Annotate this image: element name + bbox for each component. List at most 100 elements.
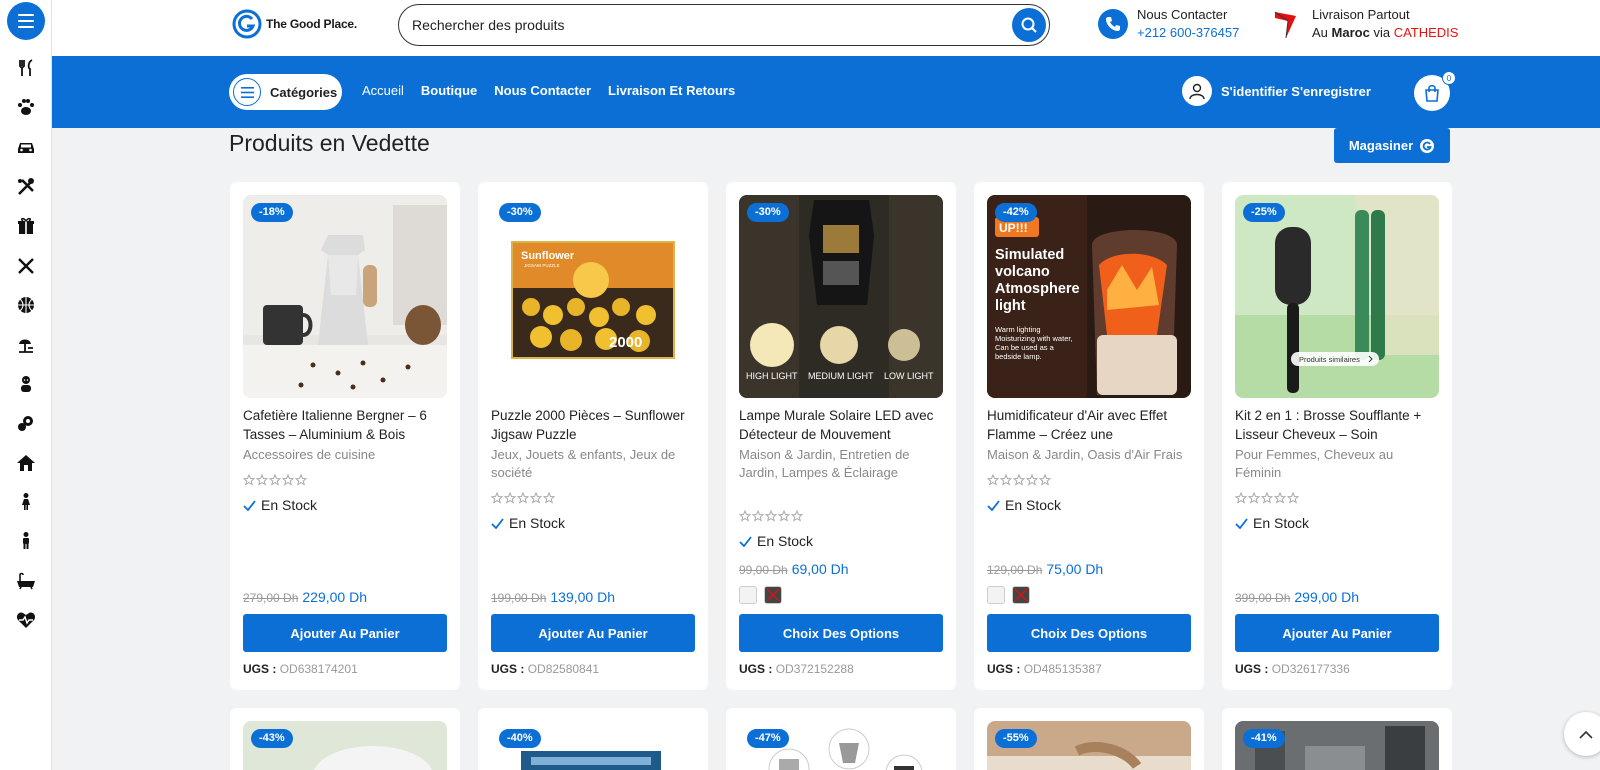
cross-icon bbox=[766, 588, 780, 602]
nav-link-boutique[interactable]: Boutique bbox=[421, 83, 477, 98]
star-icon bbox=[504, 492, 516, 504]
product-name[interactable]: Lampe Murale Solaire LED avec Détecteur … bbox=[739, 406, 944, 444]
choose-options-button[interactable]: Choix Des Options bbox=[739, 614, 943, 652]
baby-icon[interactable] bbox=[15, 373, 37, 395]
heart-pulse-icon[interactable] bbox=[15, 609, 37, 631]
product-image[interactable]: -18% bbox=[243, 195, 447, 398]
hamburger-icon bbox=[18, 14, 34, 28]
product-categories[interactable]: Jeux, Jouets & enfants, Jeux de société bbox=[491, 446, 696, 482]
contact-info[interactable]: Nous Contacter +212 600-376457 bbox=[1098, 6, 1239, 42]
star-icon bbox=[1013, 474, 1025, 486]
product-categories[interactable]: Pour Femmes, Cheveux au Féminin bbox=[1235, 446, 1440, 482]
color-swatch[interactable] bbox=[739, 586, 757, 604]
checkmark-icon bbox=[243, 499, 256, 511]
star-icon bbox=[1274, 492, 1286, 504]
tools-icon[interactable] bbox=[15, 176, 37, 198]
product-image[interactable]: UP!!! Simulated volcano Atmosphere light… bbox=[987, 195, 1191, 398]
product-card: UP!!! Simulated volcano Atmosphere light… bbox=[974, 182, 1204, 690]
product-name[interactable]: Kit 2 en 1 : Brosse Soufflante + Lisseur… bbox=[1235, 406, 1440, 444]
puzzle-box-title: Sunflower bbox=[521, 250, 575, 262]
search-button[interactable] bbox=[1012, 8, 1046, 42]
product-price: 279,00 Dh 229,00 Dh bbox=[243, 589, 367, 605]
color-swatch-unavailable[interactable] bbox=[1012, 586, 1030, 604]
humidifier-description: Warm lighting Moisturizing with water, C… bbox=[995, 325, 1073, 361]
product-name[interactable]: Humidificateur d'Air avec Effet Flamme –… bbox=[987, 406, 1192, 444]
current-price: 139,00 Dh bbox=[550, 589, 615, 605]
product-categories[interactable]: Accessoires de cuisine bbox=[243, 446, 448, 464]
delivery-line2: Au Maroc via CATHEDIS bbox=[1312, 25, 1459, 40]
product-image[interactable]: Produits similaires -25% bbox=[1235, 195, 1439, 398]
nav-link-livraison[interactable]: Livraison Et Retours bbox=[608, 83, 735, 98]
scroll-to-top-button[interactable] bbox=[1564, 712, 1600, 756]
product-card: -47% bbox=[726, 708, 956, 770]
color-swatch[interactable] bbox=[987, 586, 1005, 604]
car-icon[interactable] bbox=[15, 136, 37, 158]
search-icon bbox=[1021, 17, 1037, 33]
star-icon bbox=[765, 510, 777, 522]
chevron-up-icon bbox=[1579, 730, 1593, 739]
beauty-icon[interactable] bbox=[15, 413, 37, 435]
categories-button[interactable]: Catégories bbox=[229, 74, 342, 110]
product-image[interactable]: -43% bbox=[243, 721, 447, 770]
gift-icon[interactable] bbox=[15, 215, 37, 237]
lamp-label-medium: MEDIUM LIGHT bbox=[808, 371, 874, 381]
product-name[interactable]: Cafetière Italienne Bergner – 6 Tasses –… bbox=[243, 406, 448, 444]
old-price: 99,00 Dh bbox=[739, 563, 788, 577]
account-label: S'identifier S'enregistrer bbox=[1221, 83, 1371, 99]
product-price: 399,00 Dh 299,00 Dh bbox=[1235, 589, 1359, 605]
product-sku: UGS : OD638174201 bbox=[243, 662, 358, 676]
cart-button[interactable]: 0 bbox=[1414, 71, 1456, 111]
garden-icon[interactable] bbox=[15, 334, 37, 356]
account-link[interactable]: S'identifier S'enregistrer bbox=[1182, 76, 1371, 106]
choose-options-button[interactable]: Choix Des Options bbox=[987, 614, 1191, 652]
nav-link-accueil[interactable]: Accueil bbox=[362, 83, 404, 98]
product-categories[interactable]: Maison & Jardin, Entretien de Jardin, La… bbox=[739, 446, 944, 482]
product-card: -18% Cafetière Italienne Bergner – 6 Tas… bbox=[230, 182, 460, 690]
star-icon bbox=[791, 510, 803, 522]
home-icon[interactable] bbox=[15, 452, 37, 474]
checkmark-icon bbox=[987, 499, 1000, 511]
rating-stars bbox=[987, 474, 1051, 486]
nav-link-contact[interactable]: Nous Contacter bbox=[494, 83, 591, 98]
shop-button[interactable]: Magasiner bbox=[1334, 128, 1450, 163]
checkmark-icon bbox=[1235, 517, 1248, 529]
checkmark-icon bbox=[491, 517, 504, 529]
sidebar-menu-button[interactable] bbox=[7, 2, 45, 40]
star-icon bbox=[987, 474, 999, 486]
discount-badge: -18% bbox=[251, 203, 293, 222]
product-image[interactable]: Sunflower JIGSAW PUZZLE 2000 -30% bbox=[491, 195, 695, 398]
product-name[interactable]: Puzzle 2000 Pièces – Sunflower Jigsaw Pu… bbox=[491, 406, 696, 444]
color-swatch-unavailable[interactable] bbox=[764, 586, 782, 604]
kitchen-tools-icon[interactable] bbox=[15, 57, 37, 79]
bathtub-icon[interactable] bbox=[15, 570, 37, 592]
add-to-cart-button[interactable]: Ajouter Au Panier bbox=[1235, 614, 1439, 652]
man-icon[interactable] bbox=[15, 530, 37, 552]
product-card: -55% bbox=[974, 708, 1204, 770]
search-input[interactable] bbox=[412, 5, 992, 44]
paw-icon[interactable] bbox=[15, 96, 37, 118]
product-categories[interactable]: Maison & Jardin, Oasis d'Air Frais bbox=[987, 446, 1192, 464]
product-card: HIGH LIGHT MEDIUM LIGHT LOW LIGHT -30% L… bbox=[726, 182, 956, 690]
product-image[interactable]: -41% bbox=[1235, 721, 1439, 770]
brand-logo[interactable]: The Good Place. bbox=[232, 9, 357, 39]
contact-phone[interactable]: +212 600-376457 bbox=[1137, 24, 1239, 42]
product-image[interactable]: HIGH LIGHT MEDIUM LIGHT LOW LIGHT -30% bbox=[739, 195, 943, 398]
product-image[interactable]: -55% bbox=[987, 721, 1191, 770]
puzzle-box-count: 2000 bbox=[609, 334, 642, 351]
woman-icon[interactable] bbox=[15, 491, 37, 513]
discount-badge: -43% bbox=[251, 729, 293, 748]
product-image[interactable]: -47% bbox=[739, 721, 943, 770]
hamburger-icon bbox=[233, 78, 261, 106]
add-to-cart-button[interactable]: Ajouter Au Panier bbox=[243, 614, 447, 652]
product-sku: UGS : OD485135387 bbox=[987, 662, 1102, 676]
star-icon bbox=[1235, 492, 1247, 504]
top-header: The Good Place. Nous Contacter +212 600-… bbox=[52, 0, 1600, 56]
current-price: 299,00 Dh bbox=[1294, 589, 1359, 605]
cutlery-icon[interactable] bbox=[15, 255, 37, 277]
sports-ball-icon[interactable] bbox=[15, 294, 37, 316]
humidifier-headline: Simulated volcano Atmosphere light bbox=[995, 247, 1080, 314]
add-to-cart-button[interactable]: Ajouter Au Panier bbox=[491, 614, 695, 652]
product-image[interactable]: -40% bbox=[491, 721, 695, 770]
product-price: 129,00 Dh 75,00 Dh bbox=[987, 561, 1103, 577]
star-icon bbox=[256, 474, 268, 486]
